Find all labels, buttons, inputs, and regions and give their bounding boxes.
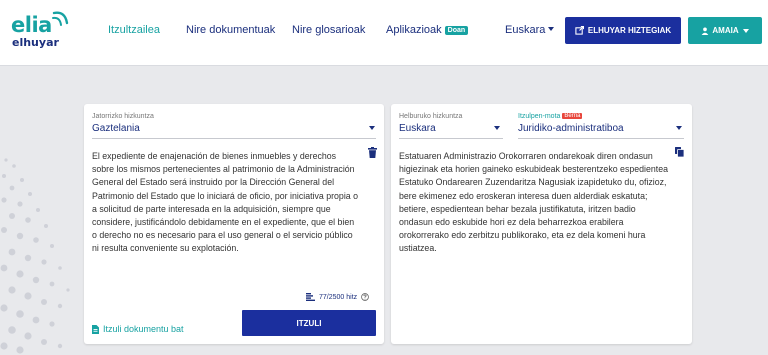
trash-icon[interactable] [368, 147, 377, 158]
user-name: AMAIA [712, 26, 739, 35]
external-link-icon [575, 26, 584, 35]
caret-down-icon [548, 27, 555, 31]
text-lines-icon [306, 293, 315, 301]
translation-domain-label-text: Itzulpen-mota [518, 113, 561, 120]
copy-icon[interactable] [675, 147, 684, 157]
caret-down-icon [494, 126, 500, 130]
nav-aplikazioak[interactable]: Aplikazioak Doan [386, 24, 469, 36]
nav-nire-glosarioak[interactable]: Nire glosarioak [292, 24, 365, 36]
nav-nire-dokumentuak[interactable]: Nire dokumentuak [186, 24, 275, 36]
source-panel: Jatorrizko hizkuntza Gaztelania El exped… [84, 104, 384, 344]
nav-itzultzailea[interactable]: Itzultzailea [108, 24, 160, 36]
language-selector[interactable]: Euskara [505, 24, 555, 36]
doan-badge: Doan [444, 26, 469, 35]
caret-down-icon [369, 126, 375, 130]
document-icon [92, 324, 99, 334]
elhuyar-dictionaries-button[interactable]: ELHUYAR HIZTEGIAK [565, 17, 681, 44]
caret-down-icon [742, 28, 749, 33]
translation-output: Estatuaren Administrazio Orokorraren ond… [399, 151, 668, 254]
new-badge: Berria [562, 113, 583, 119]
logo-sub: elhuyar [12, 36, 59, 49]
word-counter: 77/2500 hitz [306, 293, 369, 301]
translation-domain-underline [518, 138, 684, 139]
decorative-dots [0, 158, 70, 354]
target-panel: Helburuko hizkuntza Euskara Itzulpen-mot… [391, 104, 692, 344]
source-textarea[interactable]: El expediente de enajenación de bienes i… [92, 150, 360, 256]
target-language-underline [399, 138, 503, 139]
elia-logo[interactable]: elia elhuyar [11, 9, 71, 53]
upload-document-label: Itzuli dokumentu bat [103, 324, 184, 334]
target-language-value: Euskara [399, 123, 436, 134]
source-language-value: Gaztelania [92, 123, 140, 134]
target-language-label: Helburuko hizkuntza [399, 113, 463, 120]
translate-button[interactable]: ITZULI [242, 310, 376, 336]
source-language-label: Jatorrizko hizkuntza [92, 113, 154, 120]
help-icon[interactable] [361, 293, 369, 301]
logo-brand: elia [11, 13, 52, 37]
translation-domain-label: Itzulpen-mota Berria [518, 113, 583, 120]
user-icon [702, 27, 709, 35]
language-selector-label: Euskara [505, 24, 546, 36]
user-menu-button[interactable]: AMAIA [688, 17, 762, 44]
caret-down-icon [676, 126, 682, 130]
word-counter-text: 77/2500 hitz [319, 293, 358, 301]
top-header: elia elhuyar Itzultzailea Nire dokumentu… [0, 0, 768, 66]
upload-document-link[interactable]: Itzuli dokumentu bat [92, 324, 184, 334]
translation-domain-value: Juridiko-administratiboa [518, 123, 624, 134]
source-language-underline [92, 138, 376, 139]
logo-swoosh-icon [52, 11, 69, 26]
nav-aplikazioak-label: Aplikazioak [386, 24, 442, 36]
elhuyar-dictionaries-label: ELHUYAR HIZTEGIAK [587, 26, 672, 35]
